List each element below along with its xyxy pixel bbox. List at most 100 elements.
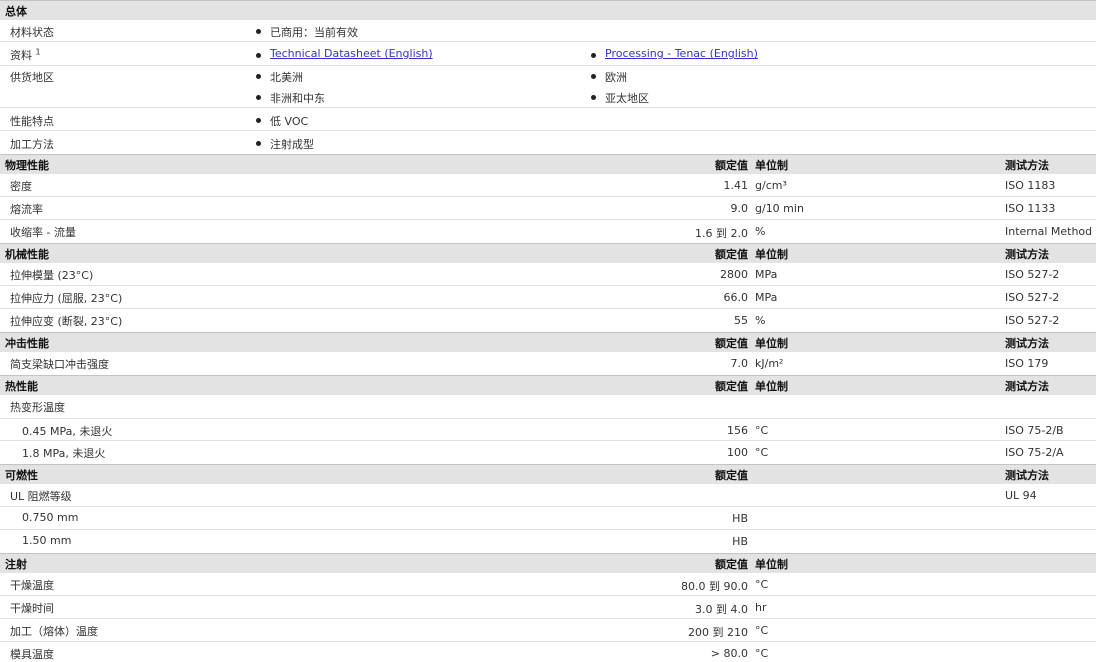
property-label: 模具温度 <box>10 648 54 661</box>
info-row-process: 加工方法 注射成型 <box>0 131 1096 154</box>
property-unit: MPa <box>755 268 778 281</box>
property-label: 1.50 mm <box>22 534 72 547</box>
row-label: 资料 1 <box>10 47 41 62</box>
header-unit: 单位制 <box>755 337 788 350</box>
header-method: 测试方法 <box>1005 159 1049 172</box>
section-title: 注射 <box>5 558 27 571</box>
section-title: 物理性能 <box>5 159 49 172</box>
group-label: UL 阻燃等级 <box>10 490 72 503</box>
property-row: 密度 1.41 g/cm³ ISO 1183 <box>0 174 1096 197</box>
row-label: 加工方法 <box>10 138 54 151</box>
property-unit: g/cm³ <box>755 179 787 192</box>
row-label: 材料状态 <box>10 26 54 39</box>
property-label: 0.45 MPa, 未退火 <box>22 425 113 438</box>
header-unit: 单位制 <box>755 159 788 172</box>
property-value: HB <box>732 535 748 548</box>
header-method: 测试方法 <box>1005 248 1049 261</box>
property-unit: kJ/m² <box>755 357 784 370</box>
bullet-icon <box>256 95 261 100</box>
property-value: 9.0 <box>730 202 749 215</box>
header-unit: 单位制 <box>755 248 788 261</box>
property-row: 1.50 mm HB <box>0 530 1096 553</box>
property-label: 加工（熔体）温度 <box>10 625 98 638</box>
bullet-icon <box>256 118 261 123</box>
info-row-features: 性能特点 低 VOC <box>0 108 1096 131</box>
property-label: 干燥时间 <box>10 602 54 615</box>
property-value: > 80.0 <box>710 647 748 660</box>
header-nominal: 额定值 <box>715 337 748 350</box>
property-method: ISO 527-2 <box>1005 314 1060 327</box>
property-row: 1.8 MPa, 未退火 100 °C ISO 75-2/A <box>0 441 1096 464</box>
property-label: 1.8 MPa, 未退火 <box>22 447 106 460</box>
header-method: 测试方法 <box>1005 380 1049 393</box>
header-nominal: 额定值 <box>715 558 748 571</box>
property-unit: MPa <box>755 291 778 304</box>
property-row: 加工（熔体）温度 200 到 210 °C <box>0 619 1096 642</box>
property-unit: hr <box>755 601 767 614</box>
header-method: 测试方法 <box>1005 469 1049 482</box>
header-nominal: 额定值 <box>715 159 748 172</box>
bullet-icon <box>256 29 261 34</box>
property-row: 拉伸应变 (断裂, 23°C) 55 % ISO 527-2 <box>0 309 1096 332</box>
group-label-row: 热变形温度 <box>0 395 1096 418</box>
property-unit: % <box>755 314 766 327</box>
property-value: HB <box>732 512 748 525</box>
processing-link[interactable]: Processing - Tenac (English) <box>605 47 758 60</box>
header-nominal: 额定值 <box>715 469 748 482</box>
property-value: 1.41 <box>723 179 749 192</box>
section-title: 机械性能 <box>5 248 49 261</box>
section-flammability: 可燃性 额定值 测试方法 <box>0 464 1096 484</box>
property-row: 熔流率 9.0 g/10 min ISO 1133 <box>0 197 1096 220</box>
property-row: 0.750 mm HB <box>0 507 1096 530</box>
section-physical: 物理性能 额定值 单位制 测试方法 <box>0 154 1096 174</box>
header-nominal: 额定值 <box>715 248 748 261</box>
property-row: 0.45 MPa, 未退火 156 °C ISO 75-2/B <box>0 418 1096 441</box>
property-value: 200 到 210 <box>688 626 748 639</box>
property-method: Internal Method <box>1005 225 1093 238</box>
property-label: 干燥温度 <box>10 579 54 592</box>
property-label: 拉伸应力 (屈服, 23°C) <box>10 292 123 305</box>
section-title: 可燃性 <box>5 469 38 482</box>
header-unit: 单位制 <box>755 380 788 393</box>
property-method: ISO 1133 <box>1005 202 1056 215</box>
property-method: ISO 1183 <box>1005 179 1056 192</box>
property-value: 3.0 到 4.0 <box>695 603 748 616</box>
section-title: 热性能 <box>5 380 38 393</box>
property-row: 拉伸应力 (屈服, 23°C) 66.0 MPa ISO 527-2 <box>0 286 1096 309</box>
bullet-icon <box>591 74 596 79</box>
property-unit: °C <box>755 647 769 660</box>
datasheet-link[interactable]: Technical Datasheet (English) <box>270 47 433 60</box>
property-row: 干燥温度 80.0 到 90.0 °C <box>0 573 1096 596</box>
property-row: 拉伸模量 (23°C) 2800 MPa ISO 527-2 <box>0 263 1096 286</box>
property-unit: °C <box>755 424 769 437</box>
property-row: 收缩率 - 流量 1.6 到 2.0 % Internal Method <box>0 220 1096 243</box>
property-row: 简支梁缺口冲击强度 7.0 kJ/m² ISO 179 <box>0 352 1096 375</box>
property-value: 7.0 <box>730 357 749 370</box>
section-impact: 冲击性能 额定值 单位制 测试方法 <box>0 332 1096 352</box>
row-label: 供货地区 <box>10 71 54 84</box>
section-title: 总体 <box>5 5 27 18</box>
property-label: 拉伸模量 (23°C) <box>10 269 94 282</box>
section-injection: 注射 额定值 单位制 <box>0 553 1096 573</box>
region-item: 非洲和中东 <box>270 92 325 105</box>
property-value: 100 <box>727 446 748 459</box>
section-title: 冲击性能 <box>5 337 49 350</box>
property-value: 55 <box>734 314 748 327</box>
property-method: ISO 179 <box>1005 357 1049 370</box>
section-mechanical: 机械性能 额定值 单位制 测试方法 <box>0 243 1096 263</box>
info-row-documents: 资料 1 Technical Datasheet (English) Proce… <box>0 42 1096 66</box>
property-label: 密度 <box>10 180 32 193</box>
row-value: 注射成型 <box>270 138 314 151</box>
property-method: UL 94 <box>1005 489 1037 502</box>
bullet-icon <box>256 141 261 146</box>
property-unit: g/10 min <box>755 202 804 215</box>
header-nominal: 额定值 <box>715 380 748 393</box>
row-value: 已商用：当前有效 <box>270 26 358 39</box>
row-value: 低 VOC <box>270 115 309 128</box>
bullet-icon <box>591 53 596 58</box>
section-general: 总体 <box>0 0 1096 20</box>
header-method: 测试方法 <box>1005 337 1049 350</box>
property-method: ISO 75-2/A <box>1005 446 1064 459</box>
property-label: 0.750 mm <box>22 511 79 524</box>
info-row-regions: 供货地区 北美洲 欧洲 非洲和中东 亚太地区 <box>0 66 1096 108</box>
